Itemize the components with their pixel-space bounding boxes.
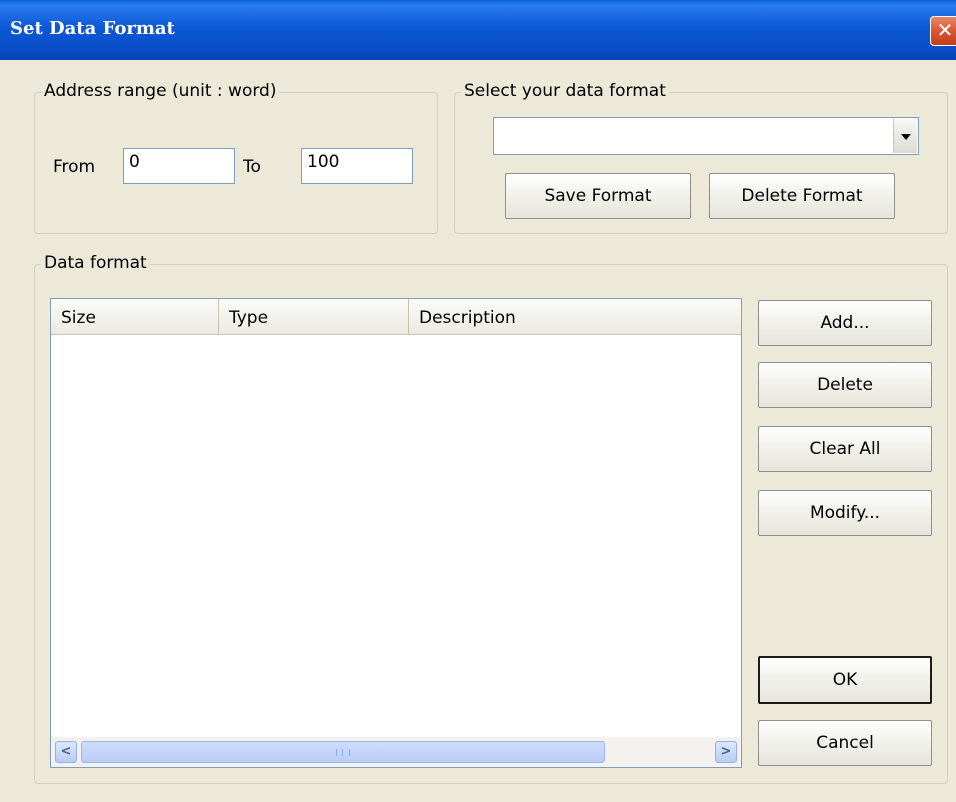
chevron-left-icon[interactable]: < [55,741,77,763]
title-bar[interactable]: Set Data Format ✕ [0,0,956,60]
to-label: To [243,157,261,177]
chevron-right-icon[interactable]: > [715,741,737,763]
window-title: Set Data Format [10,18,175,39]
data-format-legend: Data format [41,253,150,273]
set-data-format-dialog: Set Data Format ✕ Address range (unit : … [0,0,956,802]
close-icon[interactable]: ✕ [930,16,956,46]
data-format-list[interactable]: Size Type Description < > [50,298,742,768]
select-data-format-group: Select your data format Save Format Dele… [454,81,948,234]
column-header-size[interactable]: Size [51,299,219,334]
grip-icon [336,749,350,756]
cancel-button[interactable]: Cancel [758,720,932,766]
modify-button[interactable]: Modify... [758,490,932,536]
horizontal-scrollbar[interactable]: < > [51,737,741,767]
address-range-legend: Address range (unit : word) [41,81,280,101]
scrollbar-thumb[interactable] [81,741,605,763]
list-header: Size Type Description [51,299,741,335]
data-format-dropdown[interactable] [493,117,919,155]
clear-all-button[interactable]: Clear All [758,426,932,472]
delete-button[interactable]: Delete [758,362,932,408]
select-data-format-legend: Select your data format [461,81,669,101]
column-header-description[interactable]: Description [409,299,741,334]
add-button[interactable]: Add... [758,300,932,346]
from-address-input[interactable]: 0 [123,148,235,184]
save-format-button[interactable]: Save Format [505,173,691,219]
chevron-down-icon[interactable] [893,119,917,153]
address-range-group: Address range (unit : word) From 0 To 10… [34,81,438,234]
delete-format-button[interactable]: Delete Format [709,173,895,219]
to-address-input[interactable]: 100 [301,148,413,184]
ok-button[interactable]: OK [758,656,932,704]
column-header-type[interactable]: Type [219,299,409,334]
from-label: From [53,157,96,177]
